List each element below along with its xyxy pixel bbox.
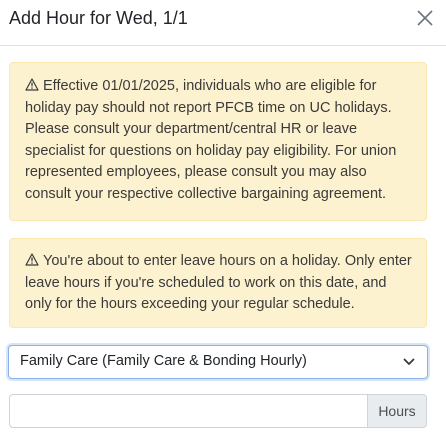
warning-icon (25, 78, 39, 91)
add-hour-dialog: Add Hour for Wed, 1/1 Effective 01/01/20… (0, 0, 446, 438)
alert-text: Effective 01/01/2025, individuals who ar… (25, 78, 397, 202)
close-icon[interactable] (414, 7, 436, 29)
hours-input-group: Hours (9, 394, 427, 428)
holiday-leave-alert: You're about to enter leave hours on a h… (9, 238, 427, 328)
chevron-down-icon (403, 357, 415, 367)
dialog-title: Add Hour for Wed, 1/1 (9, 8, 188, 28)
warning-icon (25, 253, 39, 266)
leave-type-select[interactable]: Family Care (Family Care & Bonding Hourl… (8, 345, 428, 379)
hours-addon-label: Hours (367, 394, 427, 428)
holiday-pay-alert: Effective 01/01/2025, individuals who ar… (9, 62, 427, 221)
hours-input[interactable] (9, 394, 367, 428)
dialog-header: Add Hour for Wed, 1/1 (0, 0, 446, 46)
leave-type-selected: Family Care (Family Care & Bonding Hourl… (20, 353, 307, 369)
alert-text: You're about to enter leave hours on a h… (25, 253, 412, 312)
